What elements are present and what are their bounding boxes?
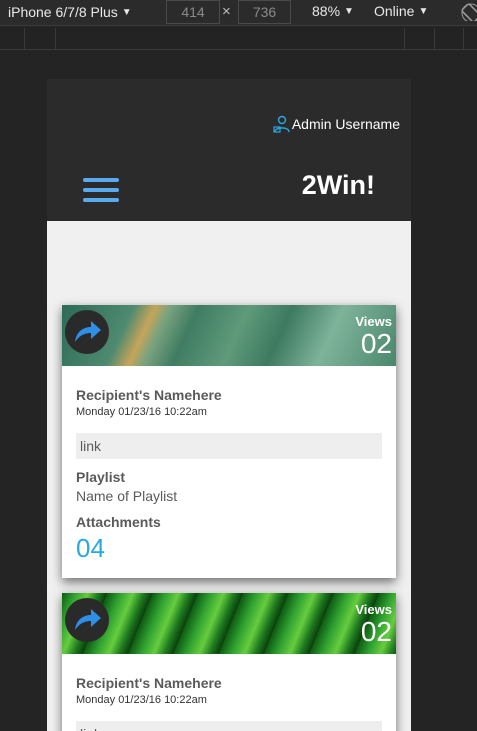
playlist-label: Playlist	[76, 469, 126, 485]
sent-datetime: Monday 01/23/16 10:22am	[76, 406, 207, 418]
network-value: Online	[374, 3, 415, 19]
times-icon: ×	[222, 3, 231, 20]
device-viewport: Admin Username 2Win! Views 02 Recipient'…	[47, 79, 411, 731]
network-throttle-selector[interactable]: Online ▼	[374, 3, 428, 19]
zoom-value: 88%	[312, 3, 341, 19]
rotate-icon[interactable]	[461, 3, 477, 21]
attachments-count[interactable]: 04	[76, 533, 382, 563]
views-label: Views	[355, 314, 392, 329]
brand-logo: 2Win!	[301, 170, 375, 200]
link-field[interactable]: link	[76, 721, 382, 731]
link-field[interactable]: link	[76, 433, 382, 459]
views-counter: Views 02	[355, 314, 392, 359]
caret-down-icon: ▼	[121, 7, 132, 18]
share-button[interactable]	[65, 310, 109, 354]
zoom-selector[interactable]: 88% ▼	[312, 3, 354, 19]
device-selector[interactable]: iPhone 6/7/8 Plus ▼	[8, 3, 132, 22]
card-banner-image: Views 02	[62, 593, 396, 654]
views-counter: Views 02	[355, 602, 392, 647]
devtools-toolbar: iPhone 6/7/8 Plus ▼ 414 × 736 88% ▼ Online…	[0, 0, 477, 26]
share-arrow-icon	[75, 609, 101, 630]
message-card[interactable]: Views 02 Recipient's Namehere Monday 01/…	[62, 305, 396, 578]
admin-user-icon	[273, 115, 290, 133]
height-input[interactable]: 736	[238, 0, 291, 24]
caret-down-icon: ▼	[418, 6, 429, 17]
share-arrow-icon	[75, 321, 101, 342]
admin-username: Admin Username	[291, 116, 400, 132]
media-query-ruler	[0, 28, 477, 50]
views-count: 02	[360, 328, 392, 359]
recipient-name: Recipient's Namehere	[76, 387, 222, 403]
sent-datetime: Monday 01/23/16 10:22am	[76, 694, 207, 706]
views-label: Views	[355, 602, 392, 617]
message-card[interactable]: Views 02 Recipient's Namehere Monday 01/…	[62, 593, 396, 731]
width-input[interactable]: 414	[166, 0, 220, 24]
share-button[interactable]	[65, 598, 109, 642]
app-header: Admin Username 2Win!	[47, 79, 411, 221]
card-body: Recipient's Namehere Monday 01/23/16 10:…	[62, 366, 396, 578]
card-banner-image: Views 02	[62, 305, 396, 366]
caret-down-icon: ▼	[344, 6, 354, 17]
playlist-name: Name of Playlist	[76, 488, 178, 504]
recipient-name: Recipient's Namehere	[76, 675, 222, 691]
views-count: 02	[360, 616, 392, 647]
admin-user[interactable]: Admin Username	[273, 115, 400, 133]
card-body: Recipient's Namehere Monday 01/23/16 10:…	[62, 654, 396, 731]
device-name: iPhone 6/7/8 Plus	[8, 4, 118, 20]
menu-icon[interactable]	[83, 178, 119, 202]
attachments-label: Attachments	[76, 514, 161, 530]
